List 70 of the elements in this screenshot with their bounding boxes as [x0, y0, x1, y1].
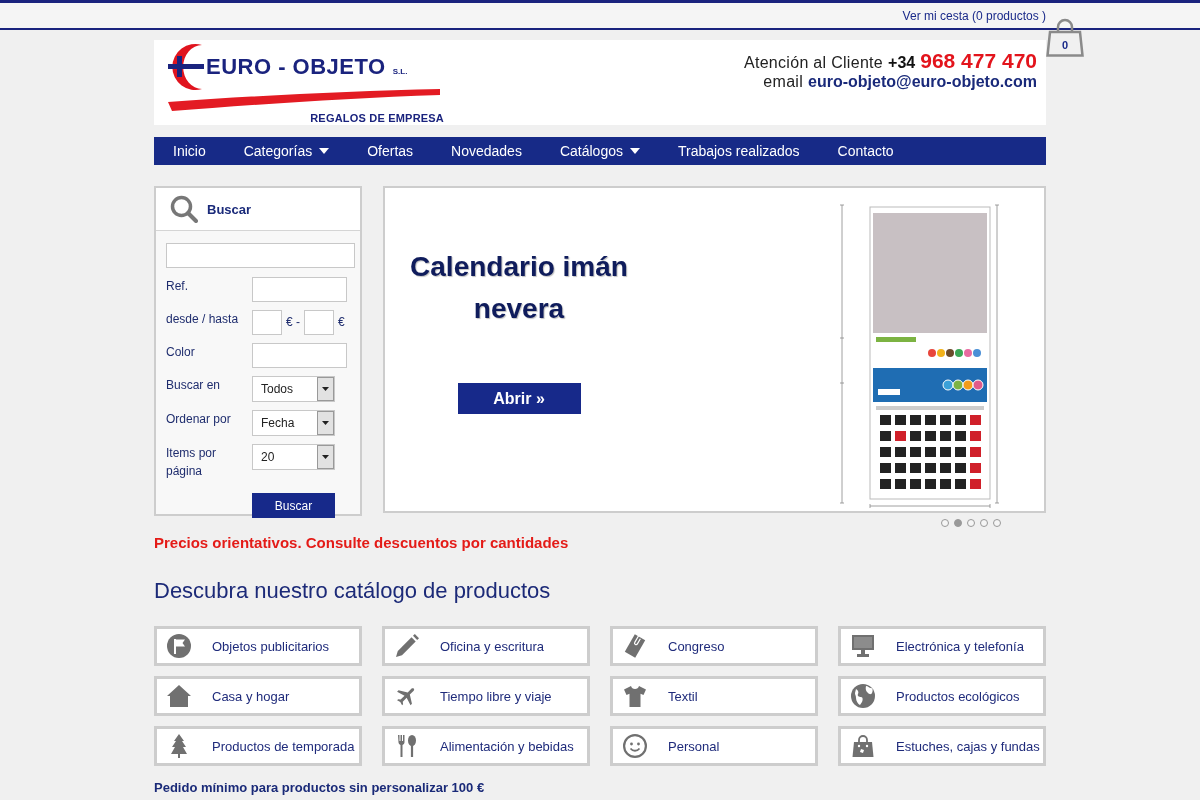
pager-dot[interactable] [954, 519, 962, 527]
logo-tagline: REGALOS DE EMPRESA [310, 112, 444, 124]
currency-label: € [338, 314, 345, 331]
price-to-field[interactable] [304, 310, 334, 335]
category-link[interactable]: Productos de temporada [154, 726, 362, 766]
globe-icon [851, 684, 875, 708]
minimum-order-note: Pedido mínimo para productos sin personalizar 100 € [154, 780, 486, 796]
email-label: email [763, 73, 804, 91]
crescent-cross-icon [168, 43, 204, 91]
t-shirt-icon [623, 684, 647, 708]
pager-dot[interactable] [980, 519, 988, 527]
pager-dot[interactable] [993, 519, 1001, 527]
category-link[interactable]: Productos ecológicos [838, 676, 1046, 716]
category-link[interactable]: Congreso [610, 626, 818, 666]
category-link[interactable]: Casa y hogar [154, 676, 362, 716]
category-link[interactable]: Oficina y escritura [382, 626, 590, 666]
category-link[interactable]: Objetos publicitarios [154, 626, 362, 666]
category-link[interactable]: Alimentación y bebidas [382, 726, 590, 766]
nav-link[interactable]: Catálogos [540, 137, 659, 165]
shopping-bag-icon [851, 734, 875, 758]
text-field[interactable] [252, 277, 347, 302]
search-button[interactable]: Buscar [252, 493, 335, 518]
logo-suffix: S.L. [392, 66, 408, 76]
text-field[interactable] [252, 343, 347, 368]
dropdown-field[interactable]: Todos [252, 376, 335, 402]
contact-label: Atención al Cliente [743, 54, 884, 72]
currency-label: € - [286, 314, 300, 331]
dropdown-field[interactable]: 20 [252, 444, 335, 470]
flag-icon [167, 634, 191, 658]
search-field[interactable] [166, 243, 355, 268]
nav-link[interactable]: Novedades [432, 137, 541, 165]
logo-name: EURO - OBJETO [206, 54, 386, 80]
dropdown-field[interactable]: Fecha [252, 410, 335, 436]
nav-link[interactable]: Trabajos realizados [658, 137, 819, 165]
cart-count: 0 [1060, 39, 1070, 51]
price-notice: Precios orientativos. Consulte descuentos por cantidades [154, 534, 570, 552]
pager-dot[interactable] [941, 519, 949, 527]
field-label: Ordenar por [166, 411, 232, 428]
open-button[interactable]: Abrir » [457, 383, 581, 414]
category-link[interactable]: Estuches, cajas y fundas [838, 726, 1046, 766]
slide-title: Calendario imán nevera [409, 250, 629, 326]
nav-link[interactable]: Contacto [818, 137, 913, 165]
pencil-icon [395, 634, 419, 658]
search-icon [170, 195, 198, 223]
house-icon [167, 684, 191, 708]
field-label: Ref. [166, 278, 189, 295]
monitor-icon [851, 634, 875, 658]
category-link[interactable]: Textil [610, 676, 818, 716]
brush-stroke-icon [168, 89, 440, 111]
field-label: Color [166, 344, 196, 361]
email-address: euro-objeto@euro-objeto.com [808, 73, 1037, 91]
nav-link[interactable]: Inicio [154, 137, 225, 165]
pager-dot[interactable] [967, 519, 975, 527]
nav-link[interactable]: Categorías [224, 137, 349, 165]
field-label: Items por página [166, 445, 217, 480]
shopping-bag-icon[interactable] [1046, 18, 1084, 57]
phone-prefix: +34 [888, 54, 916, 72]
panel-title: Buscar [207, 201, 252, 217]
nav-link[interactable]: Ofertas [348, 137, 433, 165]
field-label: Buscar en [166, 377, 222, 394]
category-link[interactable]: Tiempo libre y viaje [382, 676, 590, 716]
price-from-field[interactable] [252, 310, 282, 335]
fork-spoon-icon [395, 734, 419, 758]
cart-link[interactable]: Ver mi cesta (0 productos ) [902, 8, 1046, 23]
phone-number: 968 477 470 [920, 49, 1037, 73]
field-label: desde / hasta [166, 311, 240, 328]
section-heading: Descubra nuestro catálogo de productos [154, 578, 552, 604]
category-link[interactable]: Personal [610, 726, 818, 766]
category-link[interactable]: Electrónica y telefonía [838, 626, 1046, 666]
smiley-icon [623, 734, 647, 758]
